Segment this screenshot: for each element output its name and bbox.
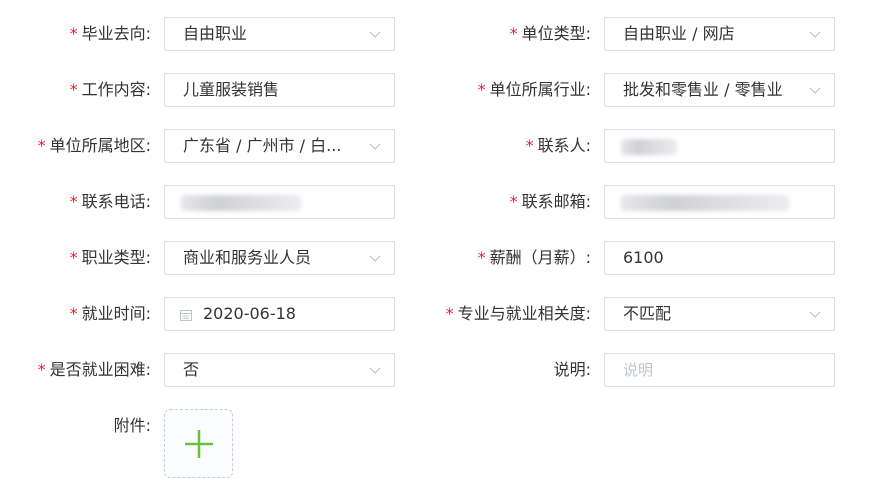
form-row: * 联系电话: * 联系邮箱:	[0, 185, 884, 219]
label-text: 单位所属行业:	[489, 80, 591, 99]
input-placeholder: 说明	[623, 361, 654, 379]
major-relevance-select[interactable]: 不匹配	[604, 297, 835, 331]
form-row: * 毕业去向: 自由职业 * 单位类型: 自由职业 / 网店	[0, 17, 884, 51]
required-mark: *	[509, 24, 518, 43]
employment-difficulty-label: * 是否就业困难:	[38, 353, 151, 387]
date-value: 2020-06-18	[203, 304, 296, 323]
label-text: 附件:	[113, 416, 151, 435]
label-text: 就业时间:	[81, 304, 151, 323]
label-text: 联系人:	[537, 136, 591, 155]
salary-input[interactable]: 6100	[604, 241, 835, 275]
plus-icon	[185, 430, 213, 458]
required-mark: *	[37, 360, 46, 379]
employer-industry-select[interactable]: 批发和零售业 / 零售业	[604, 73, 835, 107]
form-row: * 职业类型: 商业和服务业人员 * 薪酬（月薪）: 6100	[0, 241, 884, 275]
required-mark: *	[525, 136, 534, 155]
attachment-upload-button[interactable]	[164, 409, 233, 478]
contact-phone-input[interactable]	[164, 185, 395, 219]
chevron-down-icon	[368, 139, 382, 153]
required-mark: *	[509, 192, 518, 211]
contact-email-input[interactable]	[604, 185, 835, 219]
chevron-down-icon	[808, 307, 822, 321]
required-mark: *	[69, 80, 78, 99]
remarks-label: 说明:	[554, 353, 591, 387]
label-text: 单位类型:	[521, 24, 591, 43]
calendar-icon	[179, 307, 193, 321]
blurred-value	[181, 195, 301, 211]
label-text: 联系邮箱:	[521, 192, 591, 211]
select-value: 商业和服务业人员	[183, 248, 312, 267]
required-mark: *	[69, 24, 78, 43]
form-row: * 单位所属地区: 广东省 / 广州市 / 白... * 联系人:	[0, 129, 884, 163]
input-value: 6100	[623, 248, 664, 267]
label-text: 职业类型:	[81, 248, 151, 267]
employment-date-label: * 就业时间:	[70, 297, 151, 331]
select-value: 不匹配	[623, 304, 672, 323]
label-text: 说明:	[553, 360, 591, 379]
contact-email-label: * 联系邮箱:	[510, 185, 591, 219]
salary-label: * 薪酬（月薪）:	[478, 241, 591, 275]
blurred-value	[621, 139, 677, 155]
label-text: 工作内容:	[81, 80, 151, 99]
required-mark: *	[477, 80, 486, 99]
required-mark: *	[445, 304, 454, 323]
label-text: 专业与就业相关度:	[457, 304, 591, 323]
required-mark: *	[37, 136, 46, 155]
form-row: * 是否就业困难: 否 说明: 说明	[0, 353, 884, 387]
contact-person-input[interactable]	[604, 129, 835, 163]
employer-region-label: * 单位所属地区:	[38, 129, 151, 163]
major-relevance-label: * 专业与就业相关度:	[446, 297, 591, 331]
required-mark: *	[477, 248, 486, 267]
chevron-down-icon	[368, 27, 382, 41]
remarks-input[interactable]: 说明	[604, 353, 835, 387]
label-text: 薪酬（月薪）:	[489, 248, 591, 267]
label-text: 毕业去向:	[81, 24, 151, 43]
graduation-destination-select[interactable]: 自由职业	[164, 17, 395, 51]
label-text: 联系电话:	[81, 192, 151, 211]
contact-person-label: * 联系人:	[526, 129, 591, 163]
employer-region-cascader[interactable]: 广东省 / 广州市 / 白...	[164, 129, 395, 163]
chevron-down-icon	[368, 363, 382, 377]
employment-difficulty-select[interactable]: 否	[164, 353, 395, 387]
chevron-down-icon	[808, 83, 822, 97]
job-content-input[interactable]: 儿童服装销售	[164, 73, 395, 107]
label-text: 单位所属地区:	[49, 136, 151, 155]
required-mark: *	[69, 192, 78, 211]
required-mark: *	[69, 304, 78, 323]
select-value: 否	[183, 360, 200, 379]
occupation-type-select[interactable]: 商业和服务业人员	[164, 241, 395, 275]
contact-phone-label: * 联系电话:	[70, 185, 151, 219]
input-value: 儿童服装销售	[183, 80, 280, 99]
chevron-down-icon	[368, 251, 382, 265]
select-value: 自由职业	[183, 24, 248, 43]
required-mark: *	[69, 248, 78, 267]
job-content-label: * 工作内容:	[70, 73, 151, 107]
form-row: * 就业时间: 2020-06-18 * 专业与就业相关度: 不匹配	[0, 297, 884, 331]
attachment-label: 附件:	[114, 409, 151, 443]
occupation-type-label: * 职业类型:	[70, 241, 151, 275]
form-row: * 工作内容: 儿童服装销售 * 单位所属行业: 批发和零售业 / 零售业	[0, 73, 884, 107]
select-value: 广东省 / 广州市 / 白...	[183, 136, 342, 155]
form-row: 附件:	[0, 409, 884, 443]
label-text: 是否就业困难:	[49, 360, 151, 379]
employer-industry-label: * 单位所属行业:	[478, 73, 591, 107]
select-value: 批发和零售业 / 零售业	[623, 80, 783, 99]
blurred-value	[621, 195, 789, 211]
employer-type-select[interactable]: 自由职业 / 网店	[604, 17, 835, 51]
graduation-destination-label: * 毕业去向:	[70, 17, 151, 51]
select-value: 自由职业 / 网店	[623, 24, 735, 43]
employer-type-label: * 单位类型:	[510, 17, 591, 51]
chevron-down-icon	[808, 27, 822, 41]
employment-date-picker[interactable]: 2020-06-18	[164, 297, 395, 331]
